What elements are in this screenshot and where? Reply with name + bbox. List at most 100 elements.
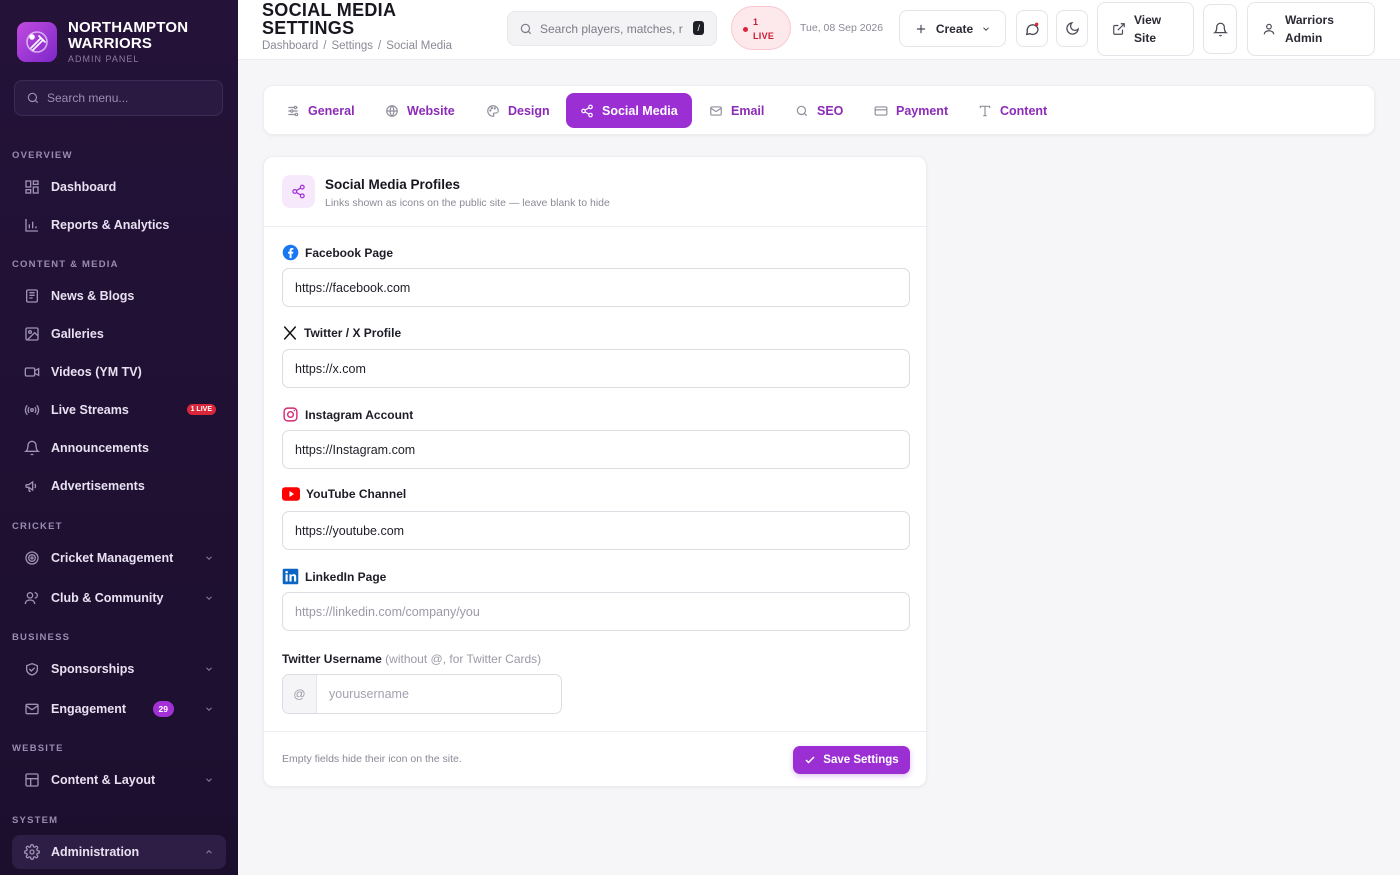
mail-icon [710, 105, 722, 116]
sidebar-item-engagement[interactable]: Engagement 29 [12, 692, 226, 726]
video-icon [24, 367, 40, 377]
search-shortcut-key: / [693, 21, 704, 35]
tab-general[interactable]: General [272, 93, 369, 128]
sidebar-item-live-streams[interactable]: Live Streams 1 LIVE [12, 393, 226, 427]
user-name-line2: Admin [1285, 31, 1323, 45]
sidebar-item-advertisements[interactable]: Advertisements [12, 469, 226, 503]
twitter-url-input[interactable]: https://x.com [282, 349, 910, 388]
external-link-icon [1113, 23, 1125, 35]
tab-label: General [308, 103, 355, 118]
card-title: Social Media Profiles [325, 177, 461, 192]
facebook-label-text: Facebook Page [305, 245, 394, 260]
tab-email[interactable]: Email [695, 93, 778, 128]
sidebar-item-administration[interactable]: Administration [12, 835, 226, 869]
sidebar-item-label: Engagement [51, 702, 127, 716]
dark-mode-toggle[interactable] [1056, 10, 1088, 47]
twitter-username-input[interactable]: @ yourusername [282, 674, 562, 714]
create-button[interactable]: Create [899, 10, 1006, 47]
section-cricket: CRICKET [12, 521, 63, 532]
tab-social-media[interactable]: Social Media [566, 93, 692, 128]
sidebar-item-label: Announcements [51, 441, 149, 455]
sidebar-item-label: Videos (YM TV) [51, 365, 142, 379]
sidebar-item-label: Live Streams [51, 403, 129, 417]
breadcrumb-dashboard[interactable]: Dashboard [262, 40, 318, 52]
view-site-label-line2: Site [1134, 31, 1157, 45]
sidebar-item-announcements[interactable]: Announcements [12, 431, 226, 465]
tab-website[interactable]: Website [371, 93, 469, 128]
sidebar-item-news[interactable]: News & Blogs [12, 279, 226, 313]
sidebar-item-dashboard[interactable]: Dashboard [12, 170, 226, 204]
chevron-down-icon [206, 556, 212, 560]
check-icon [805, 756, 815, 764]
breadcrumb-separator: / [323, 40, 327, 52]
linkedin-url-input[interactable]: https://linkedin.com/company/you [282, 592, 910, 631]
user-menu-button[interactable]: Warriors Admin [1247, 2, 1375, 56]
sidebar-item-galleries[interactable]: Galleries [12, 317, 226, 351]
breadcrumb-current: Social Media [386, 40, 453, 52]
dashboard-icon [25, 180, 39, 194]
social-media-card: Social Media Profiles Links shown as ico… [263, 156, 928, 788]
notifications-button[interactable] [1203, 4, 1237, 54]
save-settings-button[interactable]: Save Settings [793, 746, 910, 774]
section-website: WEBSITE [12, 743, 64, 754]
tab-label: Email [731, 103, 765, 118]
sidebar-item-label: Cricket Management [51, 551, 174, 565]
sidebar-item-club-community[interactable]: Club & Community [12, 581, 226, 615]
sidebar-item-cricket-management[interactable]: Cricket Management [12, 541, 226, 575]
section-overview: OVERVIEW [12, 150, 73, 161]
sidebar-item-label: Club & Community [51, 591, 164, 605]
share-icon [581, 104, 593, 117]
sidebar-search-placeholder: Search menu... [47, 91, 129, 105]
tab-label: Payment [896, 103, 949, 118]
sidebar-item-sponsorships[interactable]: Sponsorships [12, 652, 226, 686]
sidebar-item-label: Galleries [51, 327, 104, 341]
tab-design[interactable]: Design [472, 93, 564, 128]
instagram-url-input[interactable]: https://Instagram.com [282, 430, 910, 469]
broadcast-icon [24, 404, 40, 416]
user-icon [1263, 23, 1275, 35]
sidebar-item-videos[interactable]: Videos (YM TV) [12, 355, 226, 389]
facebook-url-input[interactable]: https://facebook.com [282, 268, 910, 307]
twitter-label-text: Twitter / X Profile [304, 326, 402, 340]
sidebar-search-input[interactable]: Search menu... [14, 80, 223, 116]
card-header: Social Media Profiles Links shown as ico… [264, 157, 928, 227]
search-icon [520, 23, 532, 34]
tab-seo[interactable]: SEO [781, 93, 857, 128]
breadcrumb-settings[interactable]: Settings [331, 40, 373, 52]
chevron-down-icon [206, 707, 212, 711]
tab-label: Website [407, 103, 455, 118]
card-footer: Empty fields hide their icon on the site… [264, 731, 928, 788]
card-subtitle: Links shown as icons on the public site … [325, 197, 610, 209]
live-count: 1 [753, 17, 759, 27]
section-system: SYSTEM [12, 815, 59, 826]
palette-icon [487, 104, 499, 117]
megaphone-icon [25, 480, 37, 492]
tab-payment[interactable]: Payment [860, 93, 962, 128]
layout-icon [25, 773, 39, 787]
live-badge: 1 LIVE [186, 404, 216, 415]
x-twitter-icon [283, 326, 297, 340]
live-indicator-button[interactable]: 1 LIVE [731, 6, 791, 50]
brand-name: NORTHAMPTON WARRIORS [68, 19, 189, 52]
sidebar-item-content-layout[interactable]: Content & Layout [12, 763, 226, 797]
newspaper-icon [26, 289, 38, 303]
linkedin-label: LinkedIn Page [282, 568, 386, 585]
sidebar-item-reports[interactable]: Reports & Analytics [12, 208, 226, 242]
chat-button[interactable] [1016, 10, 1048, 47]
bell-icon [24, 440, 40, 456]
tab-label: Social Media [602, 103, 678, 118]
youtube-url-input[interactable]: https://youtube.com [282, 511, 910, 550]
view-site-button[interactable]: View Site [1097, 2, 1194, 56]
cricket-logo-icon [17, 22, 57, 62]
linkedin-label-text: LinkedIn Page [305, 569, 387, 584]
bell-icon [1212, 22, 1228, 36]
view-site-label-line1: View [1134, 13, 1162, 27]
youtube-label-text: YouTube Channel [306, 487, 407, 501]
sidebar-item-label: News & Blogs [51, 289, 135, 303]
brand[interactable]: NORTHAMPTON WARRIORS ADMIN PANEL [0, 0, 238, 68]
sidebar-item-label: Content & Layout [51, 773, 156, 787]
global-search-input[interactable]: Search players, matches, r / [507, 11, 717, 46]
tab-content[interactable]: Content [964, 93, 1061, 128]
tab-label: Content [1000, 103, 1048, 118]
section-content-media: CONTENT & MEDIA [12, 259, 119, 270]
